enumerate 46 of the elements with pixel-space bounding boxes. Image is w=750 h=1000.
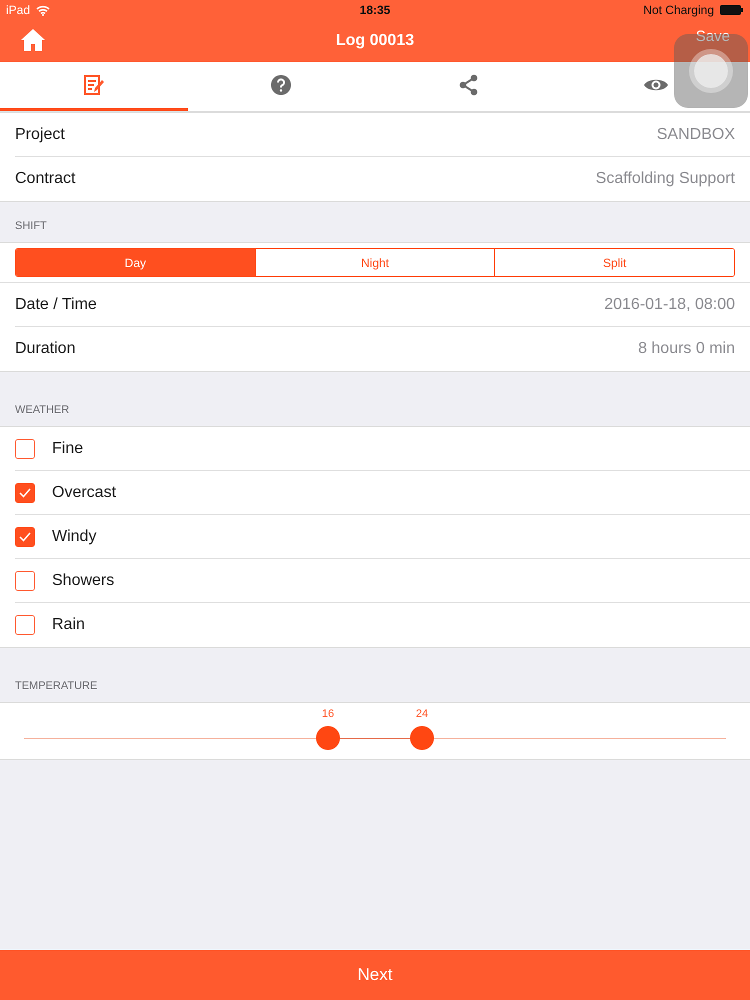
slider-thumb[interactable] — [410, 726, 434, 750]
form-row[interactable]: Contract Scaffolding Support — [15, 157, 750, 201]
form-row[interactable]: Project SANDBOX — [15, 113, 750, 157]
help-icon — [270, 74, 292, 96]
form-row[interactable]: Date / Time 2016-01-18, 08:00 — [15, 283, 750, 327]
checkbox-label: Showers — [52, 572, 114, 590]
checkbox-label: Rain — [52, 616, 85, 634]
checkbox-label: Overcast — [52, 484, 116, 502]
home-icon[interactable] — [20, 28, 46, 52]
slider-value: 24 — [416, 708, 428, 720]
checkbox[interactable] — [15, 438, 35, 458]
checkmark-icon — [19, 532, 31, 542]
clock-time: 18:35 — [360, 3, 390, 17]
checkbox[interactable] — [15, 526, 35, 546]
battery-icon — [720, 5, 744, 15]
form-edit-icon — [82, 74, 105, 96]
slider-value: 16 — [322, 708, 334, 720]
device-name: iPad — [6, 3, 30, 17]
row-label: Project — [15, 126, 65, 144]
checkmark-icon — [19, 488, 31, 498]
slider-thumb[interactable] — [316, 726, 340, 750]
section-header: TEMPERATURE — [15, 680, 98, 692]
wifi-icon — [36, 4, 50, 16]
row-label: Contract — [15, 170, 76, 188]
checkbox[interactable] — [15, 615, 35, 635]
checkbox-label: Windy — [52, 528, 96, 546]
row-value: SANDBOX — [656, 126, 735, 144]
row-label: Date / Time — [15, 296, 97, 314]
section-header: WEATHER — [15, 404, 70, 416]
window-title: Log 00013 — [336, 32, 414, 50]
checkbox-row[interactable]: Fine — [15, 427, 750, 471]
checkbox-row[interactable]: Rain — [15, 603, 750, 647]
checkbox-row[interactable]: Overcast — [15, 471, 750, 515]
row-value: Scaffolding Support — [596, 170, 735, 188]
checkbox[interactable] — [15, 570, 35, 590]
row-value: 2016-01-18, 08:00 — [604, 296, 735, 314]
form-row[interactable]: Duration 8 hours 0 min — [15, 327, 750, 371]
row-label: Duration — [15, 340, 76, 358]
row-value: 8 hours 0 min — [638, 340, 735, 358]
checkbox-row[interactable]: Showers — [15, 559, 750, 603]
battery-status: Not Charging — [643, 3, 714, 17]
section-header: SHIFT — [15, 220, 47, 232]
checkbox[interactable] — [15, 482, 35, 502]
share-icon — [458, 74, 480, 96]
checkbox-label: Fine — [52, 440, 84, 458]
checkbox-row[interactable]: Windy — [15, 515, 750, 559]
